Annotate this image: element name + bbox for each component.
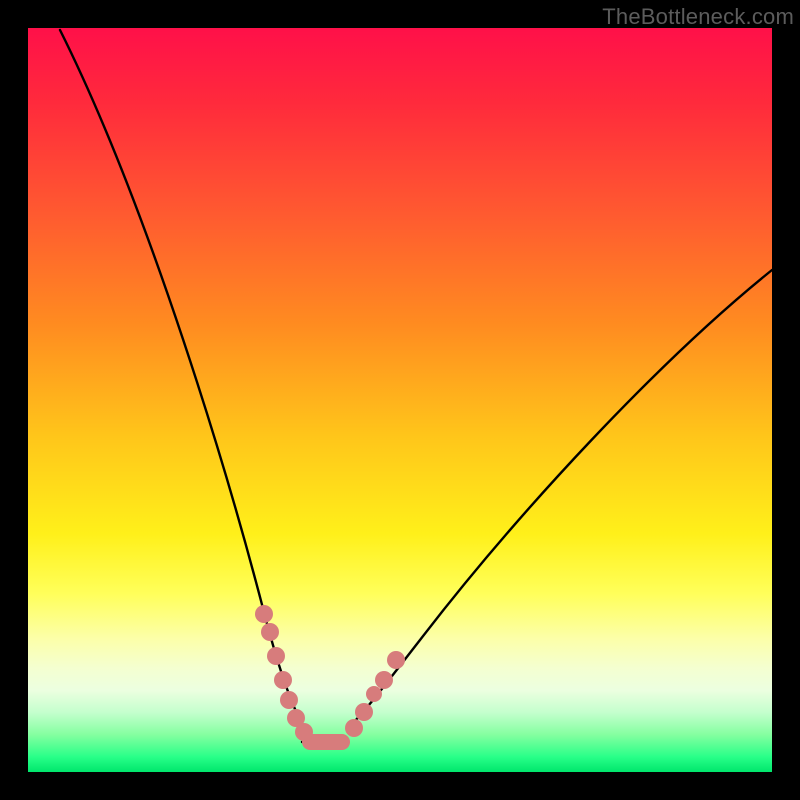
watermark-label: TheBottleneck.com bbox=[602, 4, 794, 30]
chart-stage: TheBottleneck.com bbox=[0, 0, 800, 800]
gradient-background bbox=[28, 28, 772, 772]
